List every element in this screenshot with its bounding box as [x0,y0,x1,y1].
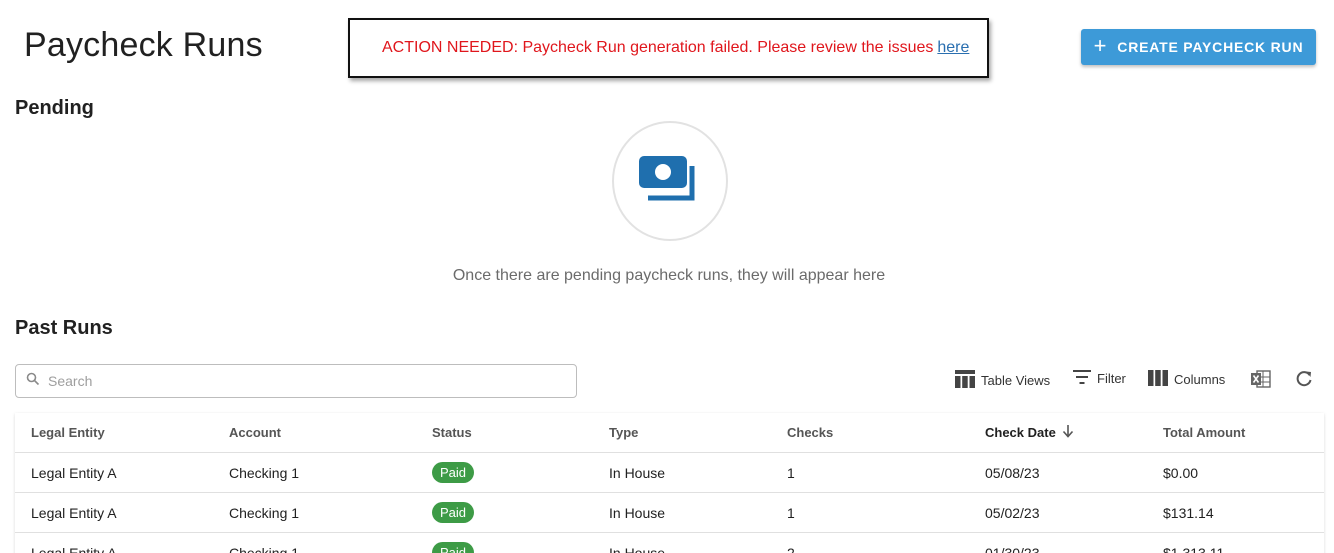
create-paycheck-run-button[interactable]: + CREATE PAYCHECK RUN [1081,29,1316,65]
column-header-legal-entity[interactable]: Legal Entity [15,425,213,440]
review-issues-link[interactable]: here [937,39,969,57]
cell-status: Paid [416,502,593,523]
refresh-icon [1295,370,1313,391]
cell-type: In House [609,544,666,553]
past-runs-table: Legal Entity Account Status Type Checks … [15,413,1324,553]
cell-legal-entity: Legal Entity A [31,504,117,521]
cell-checks: 2 [787,544,795,553]
cell-check-date: 05/08/23 [985,464,1040,481]
search-icon [26,372,40,391]
excel-icon [1251,370,1271,391]
column-header-checks[interactable]: Checks [771,425,969,440]
export-excel-button[interactable] [1251,370,1271,391]
check-date-header-label: Check Date [985,425,1056,440]
cell-status: Paid [416,462,593,483]
page-title: Paycheck Runs [24,26,263,64]
table-views-label: Table Views [981,373,1051,388]
table-views-icon [955,370,975,391]
filter-label: Filter [1097,371,1126,386]
columns-button[interactable]: Columns [1148,370,1225,389]
table-header-row: Legal Entity Account Status Type Checks … [15,413,1324,453]
cell-legal-entity: Legal Entity A [31,464,117,481]
column-header-type[interactable]: Type [593,425,771,440]
money-icon [637,154,703,209]
cell-checks: 1 [787,504,795,521]
cell-account: Checking 1 [229,504,300,521]
status-badge: Paid [432,462,475,483]
empty-state-message: Once there are pending paycheck runs, th… [452,267,886,284]
table-row[interactable]: Legal Entity A Checking 1 Paid In House … [15,493,1324,533]
cell-total-amount: $131.14 [1163,504,1214,521]
cell-total-amount: $1,313.11 [1163,544,1225,553]
empty-state-circle [612,121,728,241]
cell-type: In House [609,464,666,481]
cell-checks: 1 [787,464,795,481]
search-field[interactable] [15,364,577,398]
cell-check-date: 05/02/23 [985,504,1040,521]
create-button-label: CREATE PAYCHECK RUN [1117,39,1304,55]
column-header-account[interactable]: Account [213,425,416,440]
sort-descending-icon [1062,424,1074,441]
column-header-status[interactable]: Status [416,425,593,440]
cell-total-amount: $0.00 [1163,464,1199,481]
column-header-check-date[interactable]: Check Date [969,424,1147,441]
cell-account: Checking 1 [229,464,300,481]
pending-heading: Pending [15,97,94,119]
cell-type: In House [609,504,666,521]
columns-icon [1148,370,1168,389]
past-runs-heading: Past Runs [15,317,113,339]
cell-legal-entity: Legal Entity A [31,544,117,553]
action-needed-alert: ACTION NEEDED: Paycheck Run generation f… [348,18,989,78]
cell-status: Paid [416,542,593,553]
table-row[interactable]: Legal Entity A Checking 1 Paid In House … [15,533,1324,553]
column-header-total-amount[interactable]: Total Amount [1147,425,1324,440]
status-badge: Paid [432,542,475,553]
filter-button[interactable]: Filter [1073,370,1126,387]
status-badge: Paid [432,502,475,523]
cell-account: Checking 1 [229,544,300,553]
alert-message: ACTION NEEDED: Paycheck Run generation f… [382,39,934,56]
filter-icon [1073,370,1091,387]
refresh-button[interactable] [1295,370,1313,391]
plus-icon: + [1093,33,1108,58]
table-row[interactable]: Legal Entity A Checking 1 Paid In House … [15,453,1324,493]
search-input[interactable] [48,373,548,389]
table-views-button[interactable]: Table Views [955,370,1050,391]
columns-label: Columns [1174,372,1226,387]
cell-check-date: 01/30/23 [985,544,1040,553]
